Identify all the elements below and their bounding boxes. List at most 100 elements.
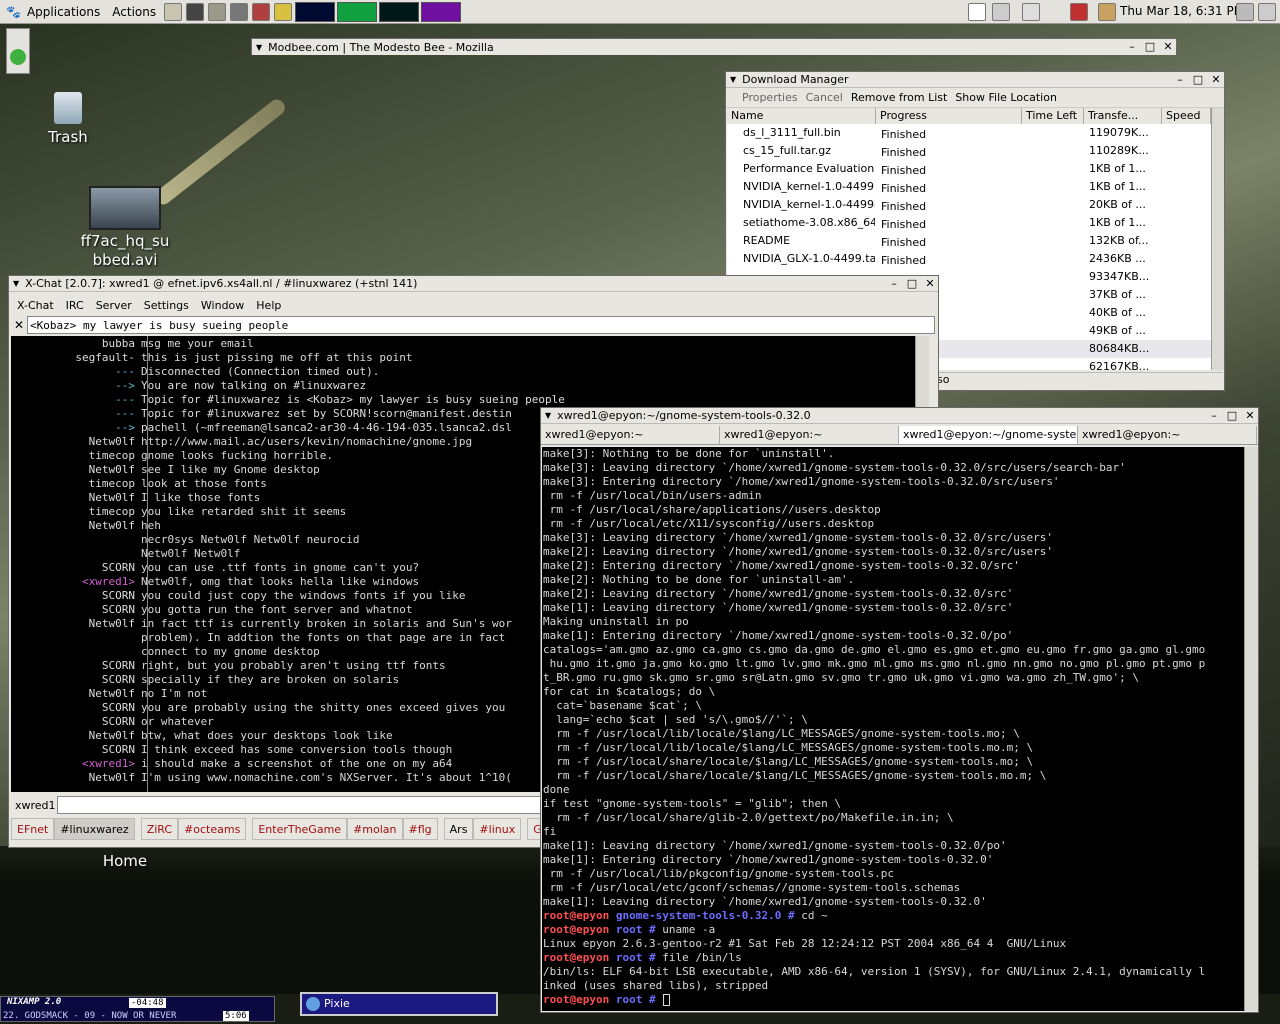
chat-nick[interactable]: timecop [11,505,141,519]
chat-nick[interactable]: Netw0lf [11,729,141,743]
chat-nick[interactable]: <xwred1> [11,757,141,771]
chat-nick[interactable]: --- [11,393,141,407]
column-time-left[interactable]: Time Left [1022,108,1084,124]
menu-irc[interactable]: IRC [60,299,90,312]
clock[interactable]: Thu Mar 18, 6:31 PM [1120,4,1244,18]
terminal-scrollbar[interactable] [1244,447,1258,1011]
chat-nick[interactable]: timecop [11,477,141,491]
chat-nick[interactable]: segfault- [11,351,141,365]
chat-nick[interactable]: Netw0lf [11,463,141,477]
column-transferred[interactable]: Transfe... [1084,108,1162,124]
chat-nick[interactable]: SCORN [11,659,141,673]
network-icon[interactable] [1258,2,1276,21]
terminal-tab-1[interactable]: xwred1@epyon:~ [541,426,720,444]
home-desktop-label[interactable]: Home [92,852,158,871]
remove-from-list-button[interactable]: Remove from List [847,91,951,104]
menu-help[interactable]: Help [250,299,287,312]
camera-icon[interactable] [230,2,249,21]
download-list-scrollbar[interactable] [1211,108,1224,370]
notes-icon[interactable] [274,2,293,21]
close-tab-icon[interactable]: ✕ [11,318,27,332]
channel-tab[interactable]: EnterTheGame [252,818,348,840]
download-row[interactable]: NVIDIA_GLX-1.0-4499.ta... Finished 2436KB … [727,250,1211,268]
minimize-icon[interactable]: – [1208,409,1220,422]
chat-nick[interactable]: SCORN [11,673,141,687]
menu-settings[interactable]: Settings [138,299,195,312]
topic-input[interactable]: <Kobaz> my lawyer is busy sueing people [27,316,935,334]
minimize-icon[interactable]: – [1174,73,1186,86]
maximize-icon[interactable]: □ [906,277,918,290]
download-row[interactable]: README Finished 132KB of... [727,232,1211,250]
mozilla-titlebar[interactable]: ▼ Modbee.com | The Modesto Bee - Mozilla… [252,39,1176,55]
chat-nick[interactable]: SCORN [11,603,141,617]
close-icon[interactable]: ✕ [1162,40,1174,53]
maximize-icon[interactable]: □ [1192,73,1204,86]
chat-nick[interactable]: Netw0lf [11,771,141,785]
column-name[interactable]: Name [727,108,876,124]
xchat-titlebar[interactable]: ▼ X-Chat [2.0.7]: xwred1 @ efnet.ipv6.xs… [9,276,938,292]
terminal-tab-3[interactable]: xwred1@epyon:~/gnome-system... [899,426,1078,444]
channel-tab[interactable]: Ars [443,818,474,840]
nick-button[interactable]: xwred1 [11,799,57,812]
chat-nick[interactable]: --- [11,407,141,421]
download-manager-titlebar[interactable]: ▼ Download Manager – □ ✕ [726,72,1224,88]
download-row[interactable]: Performance Evaluation.... Finished 1KB of… [727,160,1211,178]
clover-icon[interactable] [10,49,26,65]
volume-icon[interactable] [1236,2,1254,21]
taskbar-pixie[interactable]: Pixie [300,992,498,1016]
cancel-button[interactable]: Cancel [802,91,847,104]
chat-nick[interactable]: SCORN [11,701,141,715]
chat-nick[interactable]: Netw0lf [11,617,141,631]
maximize-icon[interactable]: □ [1144,40,1156,53]
column-speed[interactable]: Speed [1162,108,1211,124]
channel-tab[interactable]: #molan [347,818,403,840]
settings-icon[interactable] [208,2,227,21]
winamp-player[interactable]: NIXAMP 2.0 -04:48 22. GODSMACK - 09 - NO… [0,996,275,1022]
trash-desktop-icon[interactable]: Trash [40,92,96,147]
lock-icon[interactable] [1098,2,1116,21]
chat-nick[interactable]: SCORN [11,561,141,575]
menu-server[interactable]: Server [90,299,138,312]
close-icon[interactable]: ✕ [924,277,936,290]
applications-menu[interactable]: Applications [27,1,106,23]
column-progress[interactable]: Progress [876,108,1022,124]
chat-nick[interactable]: timecop [11,449,141,463]
download-row[interactable]: NVIDIA_kernel-1.0-4499-... Finished 20KB o… [727,196,1211,214]
menu-window[interactable]: Window [195,299,250,312]
download-row[interactable]: NVIDIA_kernel-1.0-4499.... Finished 1KB of… [727,178,1211,196]
chat-nick[interactable]: bubba [11,337,141,351]
channel-tab[interactable]: #octeams [178,818,247,840]
channel-tab[interactable]: ZiRC [140,818,179,840]
download-row[interactable]: cs_15_full.tar.gz Finished 110289K... [727,142,1211,160]
chat-nick[interactable]: Netw0lf [11,687,141,701]
gnome-foot-icon[interactable]: 🐾 [0,1,27,23]
terminal-titlebar[interactable]: ▼ xwred1@epyon:~/gnome-system-tools-0.32… [541,408,1258,424]
channel-tab[interactable]: EFnet [11,818,55,840]
chat-nick[interactable]: <xwred1> [11,575,141,589]
chat-nick[interactable]: --> [11,379,141,393]
chat-nick[interactable]: --> [11,421,141,435]
show-file-location-button[interactable]: Show File Location [951,91,1061,104]
video-desktop-icon[interactable]: ff7ac_hq_su bbed.avi [72,186,178,270]
terminal-icon[interactable] [186,2,205,21]
close-icon[interactable]: ✕ [1244,409,1256,422]
download-row[interactable]: setiathome-3.08.x86_64-...Finished1KB of… [727,214,1211,232]
logout-icon[interactable] [1070,2,1088,21]
chat-nick[interactable]: SCORN [11,743,141,757]
minimize-icon[interactable]: – [1126,40,1138,53]
channel-tab[interactable]: #flg [402,818,438,840]
terminal-output[interactable]: make[3]: Nothing to be done for `uninsta… [542,447,1244,1011]
window-menu-icon[interactable]: ▼ [730,75,736,84]
actions-menu[interactable]: Actions [106,1,162,23]
chat-nick[interactable]: --- [11,365,141,379]
chat-icon[interactable] [252,2,271,21]
maximize-icon[interactable]: □ [1226,409,1238,422]
properties-button[interactable]: Properties [738,91,802,104]
channel-tab[interactable]: #linux [473,818,522,840]
minimize-icon[interactable]: – [888,277,900,290]
chat-nick[interactable]: Netw0lf [11,519,141,533]
window-menu-icon[interactable]: ▼ [256,43,262,52]
download-row[interactable]: ds_l_3111_full.bin Finished 119079K... [727,124,1211,142]
workspace-3-icon[interactable] [1022,2,1040,21]
home-icon[interactable] [164,2,183,21]
